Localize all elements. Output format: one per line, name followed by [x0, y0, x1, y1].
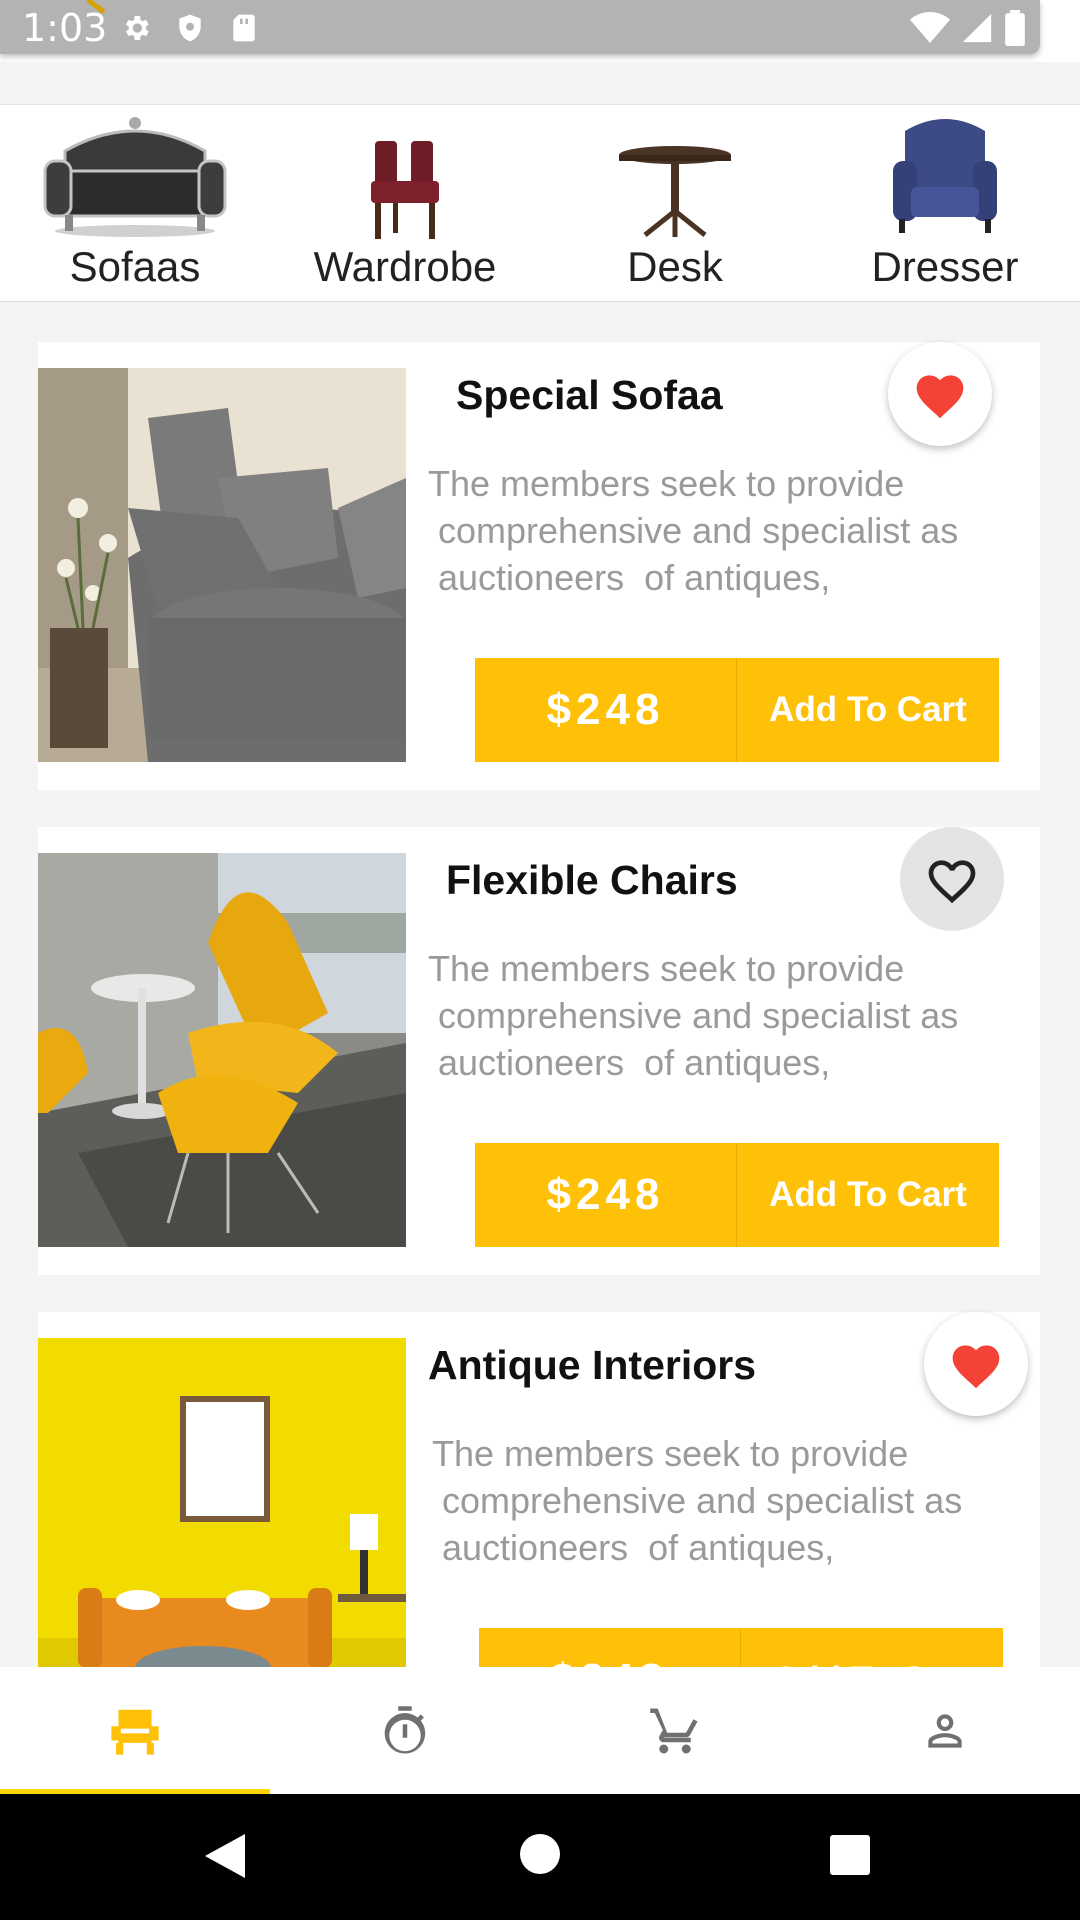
table-image — [619, 146, 731, 237]
category-label: Sofaas — [69, 243, 201, 290]
add-to-cart-button[interactable]: Add To Cart — [737, 1143, 999, 1247]
description-line: comprehensive and specialist as — [428, 995, 959, 1036]
description-line: The members seek to provide — [428, 948, 905, 989]
add-to-cart-button[interactable]: Add To Cart — [737, 658, 999, 762]
heart-outline-icon — [928, 860, 976, 904]
description-line: auctioneers of antiques, — [428, 1042, 831, 1083]
chair-image — [371, 141, 439, 239]
price-label: $248 — [479, 1628, 741, 1667]
favorite-button[interactable] — [900, 827, 1004, 931]
price-label: $248 — [475, 658, 737, 762]
product-image-interior[interactable] — [38, 1338, 406, 1667]
category-strip: Sofaas Wardrobe Desk Dresser — [0, 104, 1080, 302]
shield-icon — [179, 14, 201, 42]
status-bar: 1:03 — [0, 0, 1080, 62]
tab-cart[interactable] — [540, 1667, 810, 1794]
timer-icon — [384, 1705, 426, 1754]
armchair-image — [893, 119, 997, 233]
description-line: The members seek to provide — [432, 1433, 909, 1474]
description-line: The members seek to provide — [428, 463, 905, 504]
category-label: Wardrobe — [313, 243, 497, 290]
favorite-button[interactable] — [924, 1312, 1028, 1416]
add-to-cart-button[interactable]: Add To Cart — [741, 1628, 1003, 1667]
product-description: The members seek to provide comprehensiv… — [428, 460, 1028, 601]
price-label: $248 — [475, 1143, 737, 1247]
sofa-image — [43, 117, 227, 237]
category-desk[interactable]: Desk — [540, 105, 810, 303]
category-wardrobe[interactable]: Wardrobe — [270, 105, 540, 303]
product-card: Antique Interiors The members seek to pr… — [38, 1312, 1040, 1667]
product-card: Special Sofaa The members seek to provid… — [38, 342, 1040, 790]
product-title: Special Sofaa — [456, 372, 723, 418]
tab-history[interactable] — [270, 1667, 540, 1794]
cart-icon — [650, 1708, 698, 1753]
favorite-button[interactable] — [888, 342, 992, 446]
person-icon — [928, 1713, 962, 1748]
heart-filled-icon — [916, 375, 964, 419]
recents-icon[interactable] — [830, 1835, 870, 1875]
settings-gear-icon — [125, 16, 149, 40]
home-icon[interactable] — [520, 1834, 560, 1874]
sd-card-icon — [233, 14, 255, 42]
category-dresser[interactable]: Dresser — [810, 105, 1080, 303]
back-icon[interactable] — [205, 1834, 245, 1878]
product-image-chairs[interactable] — [38, 853, 406, 1247]
system-navigation-bar — [0, 1794, 1080, 1920]
tab-furniture[interactable] — [0, 1667, 270, 1794]
status-time: 1:03 — [22, 6, 108, 50]
price-cart-bar: $248 Add To Cart — [479, 1628, 1003, 1667]
battery-icon — [1005, 10, 1025, 46]
category-sofaas[interactable]: Sofaas — [0, 105, 270, 303]
product-description: The members seek to provide comprehensiv… — [428, 945, 1028, 1086]
price-cart-bar: $248 Add To Cart — [475, 658, 999, 762]
price-cart-bar: $248 Add To Cart — [475, 1143, 999, 1247]
description-line: comprehensive and specialist as — [428, 510, 959, 551]
description-line: comprehensive and specialist as — [432, 1480, 963, 1521]
tab-profile[interactable] — [810, 1667, 1080, 1794]
heart-filled-icon — [952, 1345, 1000, 1389]
product-card: Flexible Chairs The members seek to prov… — [38, 827, 1040, 1275]
description-line: auctioneers of antiques, — [432, 1527, 835, 1568]
product-list[interactable]: Special Sofaa The members seek to provid… — [0, 302, 1080, 1667]
wifi-icon — [910, 12, 950, 43]
category-label: Desk — [627, 243, 723, 290]
bottom-navigation — [0, 1667, 1080, 1794]
cell-signal-icon — [962, 13, 992, 43]
product-title: Flexible Chairs — [446, 857, 738, 903]
product-title: Antique Interiors — [428, 1342, 757, 1388]
notification-shade-peek[interactable]: 1:03 — [0, 0, 1040, 54]
description-line: auctioneers of antiques, — [428, 557, 831, 598]
category-label: Dresser — [871, 243, 1019, 290]
product-image-sofa[interactable] — [38, 368, 406, 762]
chair-icon — [111, 1709, 159, 1755]
product-description: The members seek to provide comprehensiv… — [432, 1430, 1032, 1571]
